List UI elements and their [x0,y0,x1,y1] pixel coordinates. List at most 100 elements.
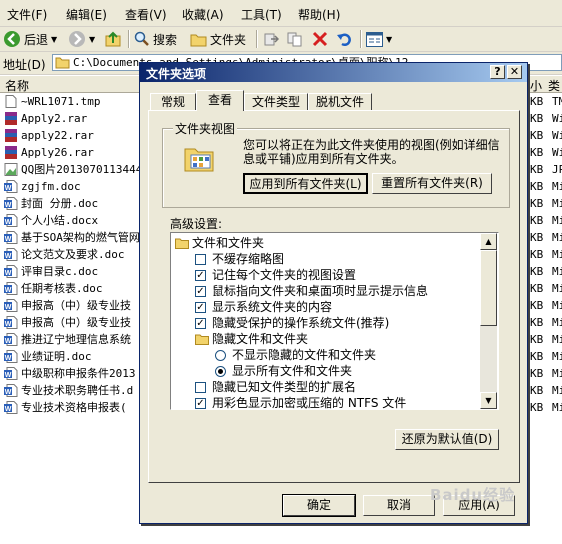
file-size: KB [530,384,544,397]
image-file-icon [4,163,18,176]
file-name: Apply2.rar [21,112,88,125]
search-label: 搜索 [153,32,178,47]
svg-text:W: W [5,372,12,379]
checkbox-unchecked-icon[interactable] [195,254,206,265]
search-button[interactable]: 搜索 [134,29,177,49]
file-size: KB [530,367,544,380]
folder-view-group-label: 文件夹视图 [173,120,238,137]
menu-favorites[interactable]: 收藏(A) [182,6,224,23]
views-button[interactable]: ▼ [366,29,392,49]
column-name-header[interactable]: 名称 [5,77,29,94]
file-type: Mi [552,231,562,244]
file-size: KB [530,299,544,312]
menu-tools[interactable]: 工具(T) [241,6,282,23]
chevron-down-icon: ▼ [51,34,58,44]
word-doc-icon: W [4,231,18,244]
reset-all-folders-button[interactable]: 重置所有文件夹(R) [372,173,492,194]
word-doc-icon: W [4,401,18,414]
delete-button[interactable] [312,29,328,49]
file-name: 封面 分册.doc [21,197,99,210]
advanced-settings-label: 高级设置: [170,217,223,231]
file-name: 任期考核表.doc [21,282,103,295]
move-to-icon [264,33,279,46]
file-type: Mi [552,316,562,329]
file-type: Mi [552,299,562,312]
radio-selected-icon[interactable] [215,366,226,377]
file-name: apply22.rar [21,129,94,142]
menu-help[interactable]: 帮助(H) [298,6,340,23]
radio-unselected-icon[interactable] [215,350,226,361]
scroll-up-arrow-icon[interactable]: ▲ [480,233,497,250]
file-type: Mi [552,214,562,227]
file-name: 个人小结.docx [21,214,99,227]
tab-offline-files[interactable]: 脱机文件 [308,93,372,111]
settings-item-label: 用彩色显示加密或压缩的 NTFS 文件 [212,396,407,409]
word-doc-icon: W [4,282,18,295]
settings-checkbox-item[interactable]: ✓ 隐藏受保护的操作系统文件(推荐) [171,315,480,331]
forward-button[interactable]: ▼ [68,29,95,49]
settings-checkbox-item[interactable]: ✓ 记住每个文件夹的视图设置 [171,267,480,283]
back-button[interactable]: 后退 ▼ [3,29,57,49]
file-type: Mi [552,248,562,261]
folder-view-icon [184,148,214,172]
rar-archive-icon [5,112,17,125]
checkbox-unchecked-icon[interactable] [195,382,206,393]
undo-button[interactable] [336,29,352,49]
forward-arrow-icon [69,31,85,47]
temp-file-icon [5,95,17,108]
dialog-titlebar[interactable]: 文件夹选项 ? ✕ [140,63,527,82]
settings-radio-item[interactable]: 不显示隐藏的文件和文件夹 [171,347,480,363]
svg-text:W: W [5,406,12,413]
chevron-down-icon: ▼ [386,34,393,44]
menu-file[interactable]: 文件(F) [7,6,47,23]
scroll-thumb[interactable] [480,250,497,326]
svg-text:W: W [5,253,12,260]
copy-to-button[interactable] [287,29,303,49]
settings-checkbox-item[interactable]: 不缓存缩略图 [171,251,480,267]
up-folder-icon [105,31,121,47]
restore-defaults-button[interactable]: 还原为默认值(D) [395,429,499,450]
file-size: KB [530,231,544,244]
folders-button[interactable]: 文件夹 [190,29,246,49]
settings-checkbox-item[interactable]: ✓ 用彩色显示加密或压缩的 NTFS 文件 [171,395,480,409]
checkbox-checked-icon[interactable]: ✓ [195,270,206,281]
menu-view[interactable]: 查看(V) [125,6,167,23]
settings-checkbox-item[interactable]: ✓ 鼠标指向文件夹和桌面项时显示提示信息 [171,283,480,299]
scroll-down-arrow-icon[interactable]: ▼ [480,392,497,409]
tab-file-types[interactable]: 文件类型 [244,93,308,111]
file-name: 申报高（中）级专业技 [21,299,131,312]
ok-button[interactable]: 确定 [282,494,356,517]
tab-general[interactable]: 常规 [150,93,196,111]
help-button[interactable]: ? [490,65,505,79]
settings-checkbox-item[interactable]: ✓ 显示系统文件夹的内容 [171,299,480,315]
settings-folder-item: 文件和文件夹 [171,235,480,251]
settings-checkbox-item[interactable]: 隐藏已知文件类型的扩展名 [171,379,480,395]
checkbox-checked-icon[interactable]: ✓ [195,398,206,409]
column-size-header[interactable]: 小 [530,77,542,94]
close-button[interactable]: ✕ [507,65,522,79]
file-type: Mi [552,401,562,414]
menu-edit[interactable]: 编辑(E) [66,6,107,23]
checkbox-checked-icon[interactable]: ✓ [195,302,206,313]
word-doc-icon: W [4,265,18,278]
settings-radio-item[interactable]: 显示所有文件和文件夹 [171,363,480,379]
checkbox-checked-icon[interactable]: ✓ [195,286,206,297]
advanced-settings-tree: 文件和文件夹 不缓存缩略图 ✓ 记住每个文件夹的视图设置 ✓ 鼠标指向文件夹和桌面项时显示… [171,233,480,409]
file-type: Mi [552,384,562,397]
file-size: KB [530,350,544,363]
menu-bar: 文件(F) 编辑(E) 查看(V) 收藏(A) 工具(T) 帮助(H) [0,0,562,27]
checkbox-checked-icon[interactable]: ✓ [195,318,206,329]
views-grid-icon [366,31,383,47]
apply-to-all-folders-button[interactable]: 应用到所有文件夹(L) [243,173,368,194]
file-type: Wi [552,112,562,125]
up-folder-button[interactable] [104,29,122,49]
column-type-header[interactable]: 类 [548,77,560,94]
file-type: TM [552,95,562,108]
advanced-settings-scrollbar[interactable]: ▲ ▼ [480,233,497,409]
tab-view[interactable]: 查看 [196,90,244,111]
move-to-button[interactable] [263,29,279,49]
cancel-button[interactable]: 取消 [363,495,435,516]
svg-text:W: W [5,185,12,192]
file-size: KB [530,265,544,278]
file-name: 专业技术职务聘任书.d [21,384,134,397]
